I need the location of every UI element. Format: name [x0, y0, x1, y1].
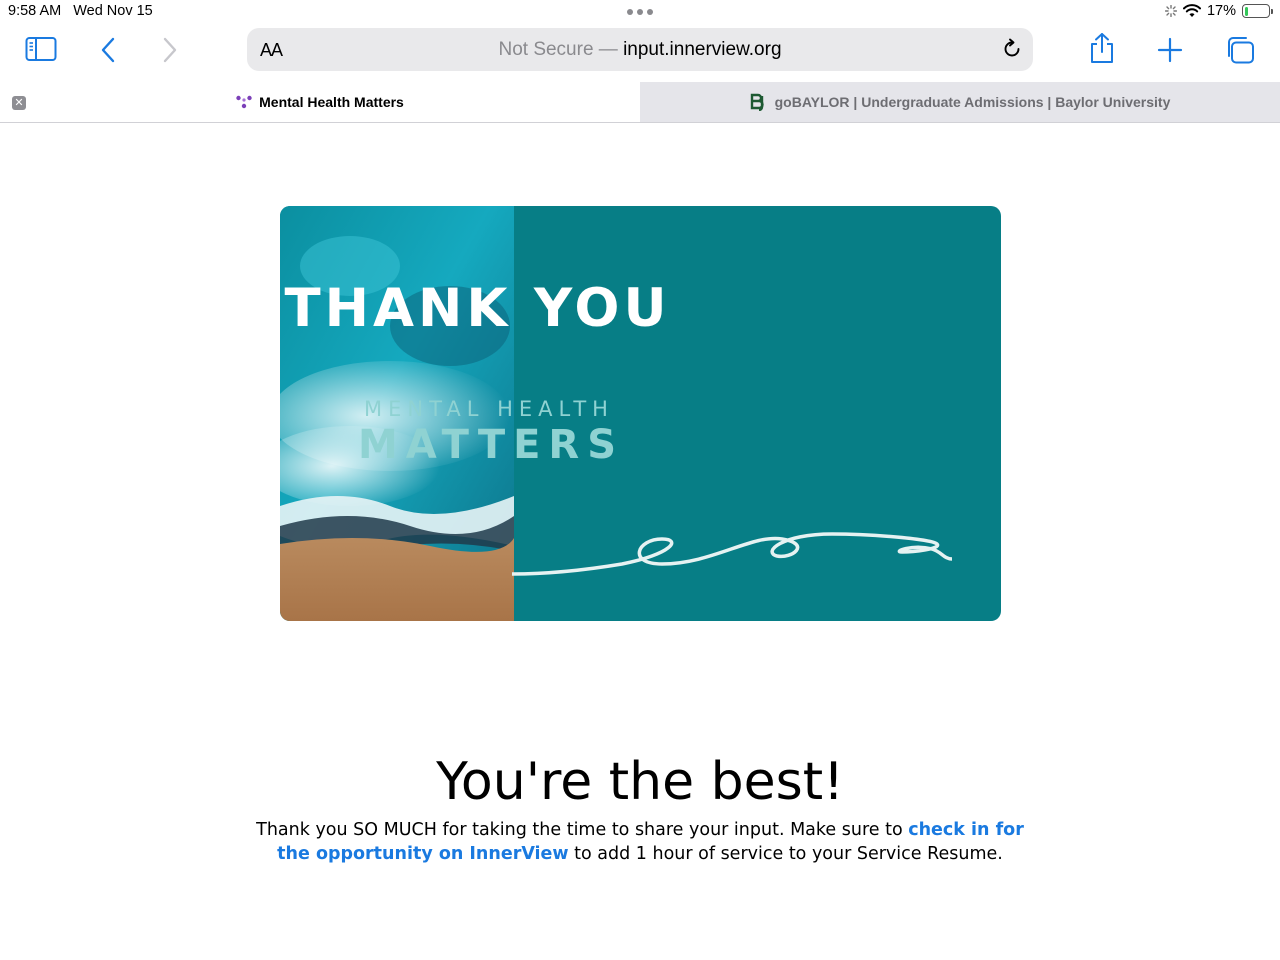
chevron-right-icon: [163, 37, 177, 63]
status-time: 9:58 AM: [8, 3, 62, 19]
wifi-icon: [1182, 4, 1201, 17]
message-text-after: to add 1 hour of service to your Service…: [568, 844, 1003, 864]
share-button[interactable]: [1089, 32, 1115, 64]
chevron-left-icon: [101, 37, 115, 63]
battery-percent: 17%: [1206, 3, 1236, 19]
thank-you-title: THANK YOU: [284, 278, 671, 339]
tabs-overview-icon: [1228, 37, 1254, 64]
tabs-overview-button[interactable]: [1225, 36, 1255, 64]
mental-health-label: MENTAL HEALTH: [364, 397, 614, 421]
not-secure-label: Not Secure —: [498, 39, 618, 60]
url-display[interactable]: Not Secure — input.innerview.org: [247, 39, 1033, 61]
share-icon: [1091, 33, 1113, 63]
multitasking-dots-icon[interactable]: [627, 9, 653, 15]
tab-bar: ✕ Mental Health Matters goBAYLOR | Under…: [0, 82, 1280, 123]
baylor-favicon-icon: [750, 93, 768, 111]
back-button[interactable]: [100, 37, 116, 63]
wave-decoration: [512, 532, 952, 576]
plus-icon: [1157, 37, 1183, 63]
reload-icon: [1004, 38, 1020, 57]
battery-level: [1244, 6, 1249, 16]
thank-you-message: Thank you SO MUCH for taking the time to…: [250, 818, 1030, 866]
innerview-favicon-icon: [236, 95, 252, 109]
forward-button[interactable]: [162, 37, 178, 63]
sidebar-toggle-icon[interactable]: [25, 36, 57, 62]
reload-button[interactable]: [1001, 38, 1023, 65]
message-text-before: Thank you SO MUCH for taking the time to…: [256, 820, 909, 840]
battery-icon: [1242, 4, 1273, 18]
url-text: input.innerview.org: [623, 39, 782, 60]
status-date: Wed Nov 15: [73, 3, 153, 19]
tab-gobaylor[interactable]: goBAYLOR | Undergraduate Admissions | Ba…: [640, 82, 1280, 122]
page-headline: You're the best!: [436, 752, 844, 812]
browser-toolbar: AA Not Secure — input.innerview.org: [0, 24, 1280, 82]
new-tab-button[interactable]: [1157, 37, 1183, 63]
address-bar[interactable]: AA Not Secure — input.innerview.org: [247, 28, 1033, 71]
matters-label: MATTERS: [357, 422, 625, 468]
activity-spinner-icon: [1164, 5, 1177, 17]
close-tab-button[interactable]: ✕: [12, 96, 26, 110]
tab-title: goBAYLOR | Undergraduate Admissions | Ba…: [774, 94, 1171, 110]
close-icon: ✕: [14, 97, 24, 109]
tab-mental-health-matters[interactable]: ✕ Mental Health Matters: [0, 82, 640, 122]
tab-title: Mental Health Matters: [259, 94, 404, 110]
status-bar: 9:58 AM Wed Nov 15 17%: [0, 0, 1280, 24]
